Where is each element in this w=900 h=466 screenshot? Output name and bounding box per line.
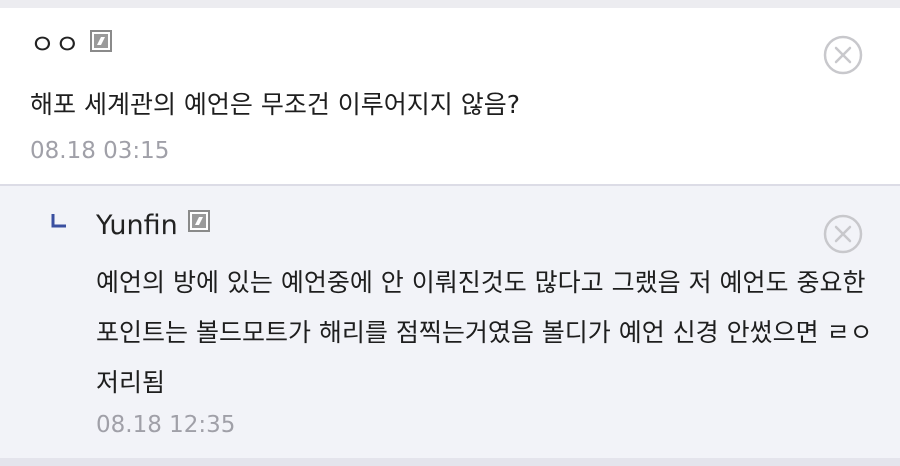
reply-author-row: Yunfin	[96, 209, 210, 239]
reply-timestamp: 08.18 12:35	[96, 412, 236, 438]
top-separator	[0, 0, 900, 8]
comment-author-row: ㅇㅇ	[30, 29, 112, 59]
level-badge-icon	[187, 209, 210, 232]
reply-author-name[interactable]: Yunfin	[96, 212, 178, 239]
delete-comment-button[interactable]	[823, 35, 863, 75]
comment-author-name[interactable]: ㅇㅇ	[30, 32, 80, 59]
comment-timestamp: 08.18 03:15	[30, 138, 170, 164]
delete-reply-button[interactable]	[823, 214, 863, 254]
close-circle-icon	[823, 214, 863, 254]
close-circle-icon	[823, 35, 863, 75]
comment-text: 해포 세계관의 예언은 무조건 이루어지지 않음?	[30, 90, 521, 119]
level-badge-icon	[89, 29, 112, 52]
reply-text: 예언의 방에 있는 예언중에 안 이뤄진것도 많다고 그랬음 저 예언도 중요한…	[96, 268, 873, 397]
bottom-separator	[0, 458, 900, 466]
reply-arrow-icon	[50, 212, 68, 230]
